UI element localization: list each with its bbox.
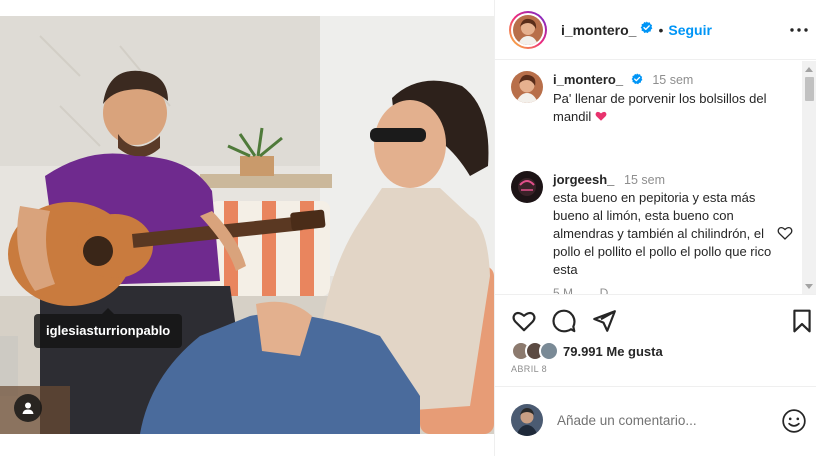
post-photo[interactable]: iglesiasturrionpablo [0,16,494,434]
scroll-up-arrow-icon[interactable] [805,67,813,72]
bookmark-icon[interactable] [789,308,815,334]
comment-text: esta bueno en pepitoria y esta más bueno… [553,190,772,277]
comment-username[interactable]: i_montero_ [553,72,623,87]
comment-text: Pa' llenar de porvenir los bolsillos del… [553,90,767,124]
more-options-icon[interactable] [787,18,811,42]
comments-scrollbar[interactable] [802,61,817,294]
comment-username[interactable]: jorgeesh_ [553,172,614,187]
verified-badge-icon [640,20,653,39]
header-separator: • [658,21,664,38]
avatar[interactable] [511,171,543,203]
emoji-icon[interactable] [781,408,807,434]
heart-icon[interactable] [511,308,537,334]
scroll-down-arrow-icon[interactable] [805,284,813,289]
story-ring[interactable] [509,10,547,49]
avatar [513,14,543,45]
avatar[interactable] [511,71,543,103]
post-image [0,16,494,434]
follow-button[interactable]: Seguir [668,22,712,38]
header-username[interactable]: i_montero_ [561,22,636,38]
likers-avatars[interactable] [511,340,561,362]
post-header: i_montero_ • Seguir [495,0,817,60]
tagged-user-label[interactable]: iglesiasturrionpablo [34,308,183,348]
truncated-comment-text: 5 M... ... D... [553,286,619,295]
share-icon[interactable] [591,308,617,334]
post-date[interactable]: ABRIL 8 [511,364,547,374]
comment-time[interactable]: 15 sem [652,73,693,87]
user-tag-icon[interactable] [14,394,42,422]
avatar [511,404,543,436]
post-side-panel: i_montero_ • Seguir i_montero_ 15 sem Pa… [494,0,817,456]
verified-badge-icon [631,72,643,90]
avatar [539,341,559,361]
scrollbar-thumb[interactable] [805,77,814,101]
heart-emoji-icon [595,109,607,124]
add-comment-bar [495,386,817,456]
page-margin [816,0,832,456]
comment-like-heart-icon[interactable] [777,225,793,241]
post-action-bar [495,308,817,334]
caption-comment: i_montero_ 15 sem Pa' llenar de porvenir… [511,71,793,126]
likes-count[interactable]: 79.991 Me gusta [563,344,663,359]
likes-row[interactable]: 79.991 Me gusta [511,340,663,362]
comment-input[interactable] [557,409,767,431]
comment-icon[interactable] [551,308,577,334]
comments-list[interactable]: i_montero_ 15 sem Pa' llenar de porvenir… [495,61,817,295]
comment-time[interactable]: 15 sem [624,173,665,187]
comment-item: jorgeesh_ 15 sem esta bueno en pepitoria… [511,171,793,279]
